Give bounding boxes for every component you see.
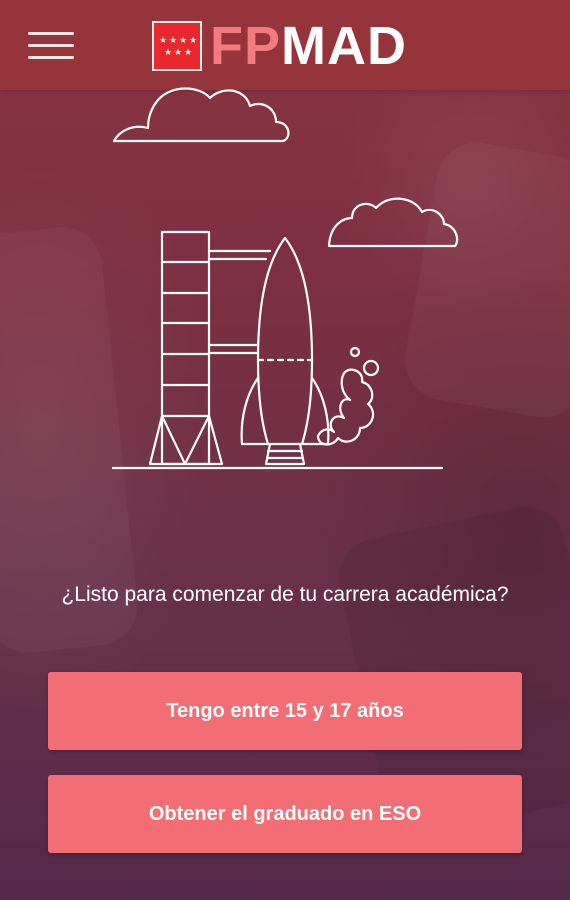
- eso-graduate-button[interactable]: Obtener el graduado en ESO: [48, 775, 522, 853]
- cloud-icon: [112, 87, 290, 143]
- launch-tower-icon: [148, 230, 272, 466]
- onboarding-question: ¿Listo para comenzar de tu carrera acadé…: [61, 583, 509, 606]
- smoke-icon: [316, 346, 380, 446]
- rocket-icon: [240, 236, 330, 466]
- cloud-icon: [327, 197, 459, 248]
- rocket-launch-illustration: [111, 87, 459, 470]
- age-15-17-button[interactable]: Tengo entre 15 y 17 años: [48, 672, 522, 750]
